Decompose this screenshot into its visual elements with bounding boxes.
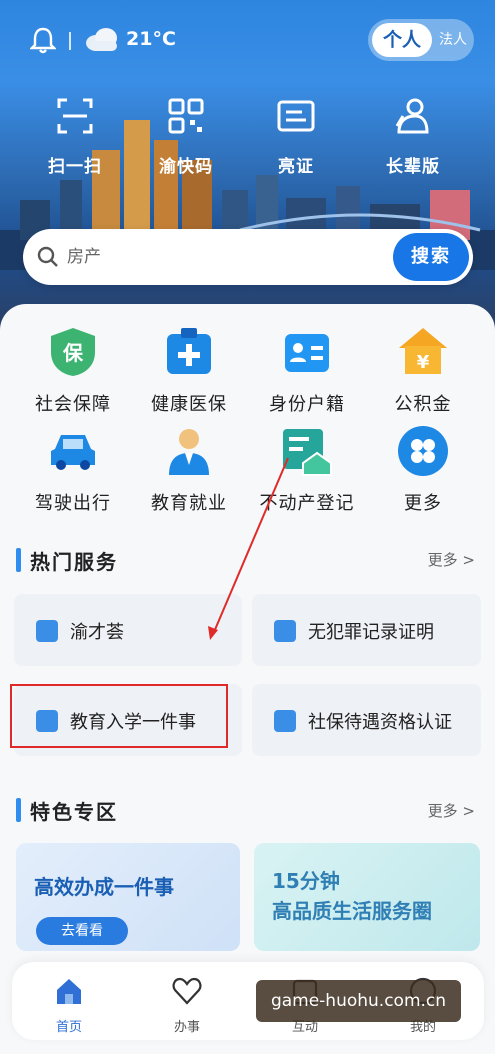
- talent-icon: [36, 620, 58, 642]
- nav-home[interactable]: 首页: [24, 976, 114, 1035]
- employment-icon: [169, 429, 209, 475]
- hot-services-more-link[interactable]: 更多 >: [428, 549, 475, 570]
- service-health-insurance[interactable]: 健康医保: [134, 326, 244, 416]
- service-employment[interactable]: 教育就业: [134, 425, 244, 515]
- elder-mode-icon: [395, 98, 429, 134]
- service-label: 不动产登记: [259, 493, 355, 514]
- more-icon: [398, 426, 448, 476]
- quick-action-label: 亮证: [278, 157, 314, 177]
- housing-fund-icon: ¥: [399, 328, 447, 374]
- service-social-security[interactable]: 保 社会保障: [18, 326, 128, 416]
- health-insurance-icon: [167, 328, 211, 374]
- svg-text:¥: ¥: [417, 352, 430, 373]
- nav-label: 办事: [173, 1020, 200, 1035]
- shield-check-icon: [274, 710, 296, 732]
- quick-action-scan[interactable]: 扫一扫: [25, 96, 125, 177]
- temperature: 21°C: [126, 28, 176, 50]
- car-icon: [51, 435, 95, 470]
- search-button[interactable]: 搜索: [393, 233, 469, 281]
- service-label: 公积金: [394, 394, 452, 415]
- section-title: 热门服务: [30, 550, 118, 574]
- service-label: 教育就业: [151, 493, 227, 514]
- heart-icon: [172, 977, 202, 1005]
- more-label: 更多: [427, 551, 458, 569]
- search-icon: [37, 246, 58, 267]
- service-real-estate[interactable]: 不动产登记: [252, 425, 362, 515]
- scan-icon: [57, 98, 93, 134]
- search-input[interactable]: [67, 241, 367, 273]
- featured-card-title-line1: 15分钟: [272, 869, 340, 893]
- service-label: 驾驶出行: [35, 493, 111, 514]
- id-card-icon: [277, 100, 315, 132]
- service-identity[interactable]: 身份户籍: [252, 326, 362, 416]
- featured-card-title: 高效办成一件事: [34, 875, 174, 899]
- section-accent-bar: [16, 798, 21, 822]
- legal-mode-button[interactable]: 法人: [435, 23, 471, 57]
- hot-service-label: 无犯罪记录证明: [308, 622, 434, 643]
- identity-icon: [285, 334, 329, 372]
- home-icon: [57, 979, 81, 1004]
- real-estate-icon: [283, 429, 332, 476]
- featured-card-efficient[interactable]: 高效办成一件事 去看看: [16, 843, 240, 951]
- hot-service-item[interactable]: 无犯罪记录证明: [252, 594, 481, 666]
- hot-service-label: 社保待遇资格认证: [308, 712, 452, 733]
- nav-label: 首页: [55, 1020, 82, 1035]
- search-bar: 搜索: [23, 229, 473, 285]
- qr-code-icon: [168, 98, 204, 134]
- annotation-highlight-box: [10, 684, 228, 748]
- weather-cloud-icon: [86, 28, 117, 51]
- featured-card-life-circle[interactable]: 15分钟 高品质生活服务圈: [254, 843, 480, 951]
- featured-more-link[interactable]: 更多 >: [428, 800, 475, 821]
- quick-action-label: 渝快码: [159, 157, 213, 177]
- quick-action-elder[interactable]: 长辈版: [363, 96, 463, 177]
- hot-service-item[interactable]: 社保待遇资格认证: [252, 684, 481, 756]
- more-label: 更多: [427, 802, 458, 820]
- watermark: game-huohu.com.cn: [256, 980, 461, 1022]
- identity-switch[interactable]: 个人 法人: [368, 19, 474, 61]
- bell-icon[interactable]: [30, 26, 56, 54]
- service-label: 健康医保: [151, 394, 227, 415]
- service-label: 身份户籍: [269, 394, 345, 415]
- chevron-right-icon: >: [462, 551, 475, 569]
- personal-mode-button[interactable]: 个人: [372, 23, 432, 57]
- chevron-right-icon: >: [462, 802, 475, 820]
- top-bar: 21°C 个人 法人: [0, 0, 495, 80]
- hot-service-item[interactable]: 渝才荟: [14, 594, 242, 666]
- go-see-button[interactable]: 去看看: [36, 917, 128, 945]
- quick-action-label: 长辈版: [386, 157, 440, 177]
- section-accent-bar: [16, 548, 21, 572]
- quick-action-label: 扫一扫: [48, 157, 102, 177]
- section-title: 特色专区: [30, 800, 118, 824]
- featured-card-title-line2: 高品质生活服务圈: [272, 899, 432, 923]
- service-driving[interactable]: 驾驶出行: [18, 425, 128, 515]
- social-security-icon: 保: [51, 328, 95, 376]
- nav-services[interactable]: 办事: [142, 976, 232, 1035]
- quick-action-qr[interactable]: 渝快码: [136, 96, 236, 177]
- service-label: 社会保障: [35, 394, 111, 415]
- hot-service-label: 渝才荟: [70, 622, 124, 643]
- certificate-icon: [274, 620, 296, 642]
- service-label: 更多: [404, 493, 442, 514]
- divider: [69, 32, 71, 50]
- svg-text:保: 保: [62, 341, 84, 365]
- service-housing-fund[interactable]: ¥ 公积金: [368, 326, 478, 416]
- service-more[interactable]: 更多: [368, 425, 478, 515]
- quick-action-show-id[interactable]: 亮证: [246, 96, 346, 177]
